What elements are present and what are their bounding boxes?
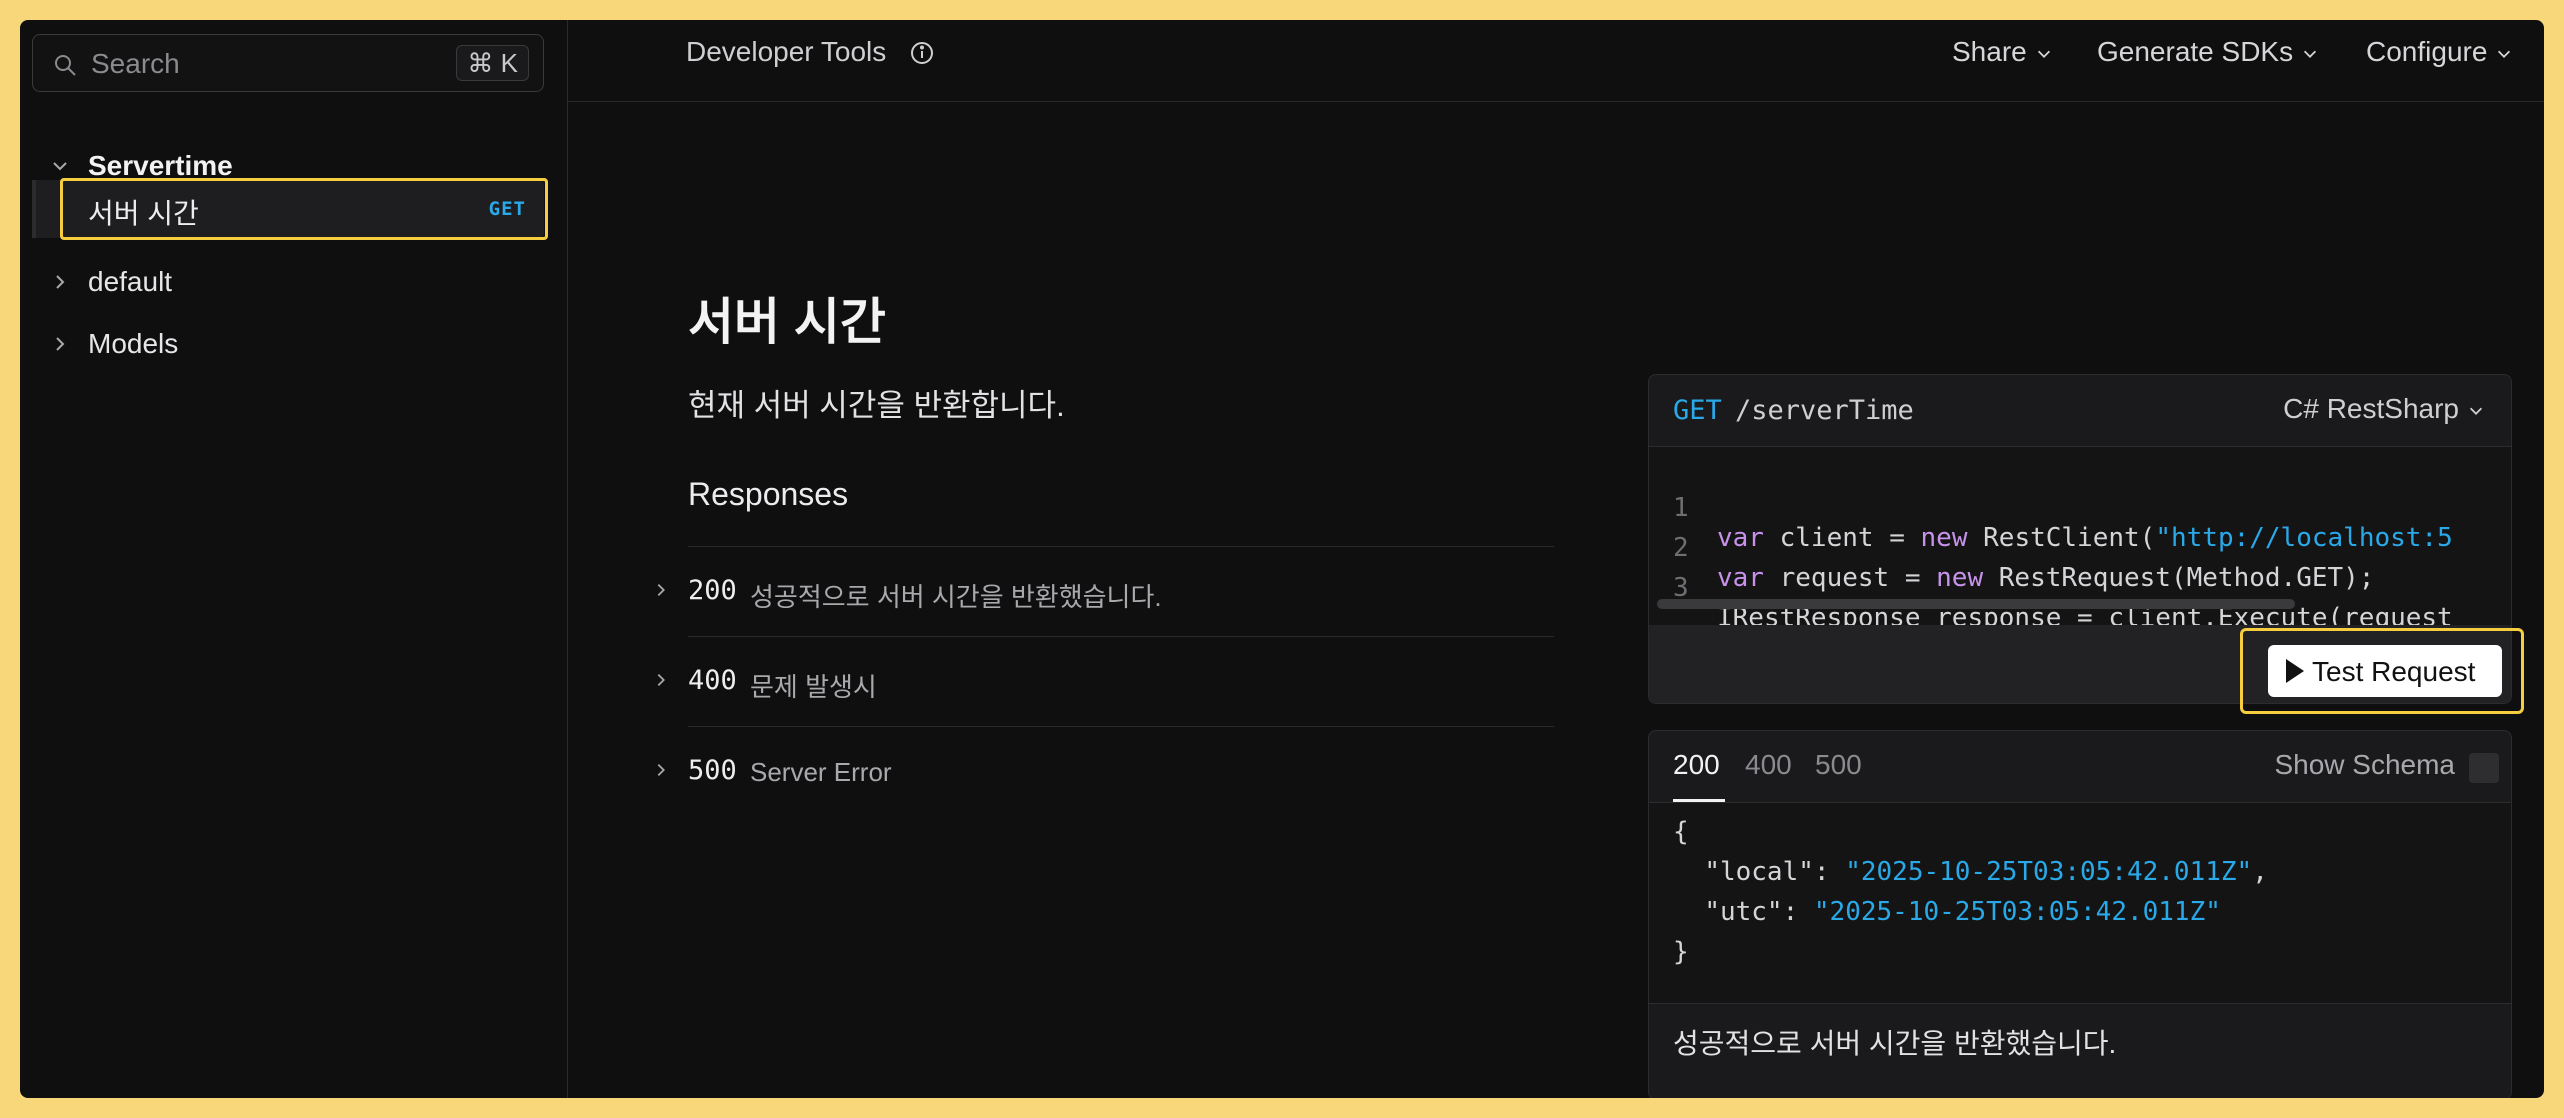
app-window: Search ⌘ K Servertime 서버 시간 GET default … xyxy=(20,20,2544,1098)
chevron-down-icon xyxy=(53,162,67,171)
code-line: 3 IRestResponse response = client.Execut… xyxy=(1649,543,2453,625)
language-select[interactable]: C# RestSharp xyxy=(2283,393,2485,425)
tab-500[interactable]: 500 xyxy=(1815,749,1862,781)
response-code: 400 xyxy=(688,665,737,696)
test-request-button[interactable]: Test Request xyxy=(2268,645,2502,697)
active-tab-indicator xyxy=(1673,799,1725,802)
response-code: 500 xyxy=(688,755,737,786)
generate-sdks-button[interactable]: Generate SDKs xyxy=(2097,36,2319,68)
top-header: Developer Tools Share Generate SDKs Conf… xyxy=(568,20,2544,102)
configure-button[interactable]: Configure xyxy=(2366,36,2513,68)
share-button[interactable]: Share xyxy=(1952,36,2053,68)
sidebar-group-models[interactable]: Models xyxy=(20,322,568,368)
response-footer: 성공적으로 서버 시간을 반환했습니다. xyxy=(1649,1003,2511,1098)
chevron-right-icon xyxy=(56,337,65,351)
chevron-down-icon xyxy=(2469,407,2483,415)
share-label: Share xyxy=(1952,36,2027,67)
chevron-down-icon xyxy=(2498,50,2511,58)
search-input[interactable]: Search xyxy=(91,48,180,80)
generate-sdks-label: Generate SDKs xyxy=(2097,36,2294,67)
method-badge: GET xyxy=(488,198,526,220)
request-path: /serverTime xyxy=(1735,395,1914,426)
page-header-title: Developer Tools xyxy=(686,36,887,67)
json-line: "local": "2025-10-25T03:05:42.011Z", xyxy=(1704,857,2268,887)
response-footer-text: 성공적으로 서버 시간을 반환했습니다. xyxy=(1673,1028,2117,1059)
chevron-right-icon xyxy=(657,583,665,597)
language-label: C# RestSharp xyxy=(2283,393,2459,424)
response-description: 문제 발생시 xyxy=(750,672,877,702)
test-request-label: Test Request xyxy=(2312,656,2476,687)
code-panel-header: GET /serverTime C# RestSharp xyxy=(1649,375,2511,447)
tab-400[interactable]: 400 xyxy=(1745,749,1792,781)
sidebar-group-label: default xyxy=(88,266,173,297)
chevron-down-icon xyxy=(2037,50,2050,58)
configure-label: Configure xyxy=(2366,36,2488,67)
code-block[interactable]: 1 var client = new RestClient("http://lo… xyxy=(1649,447,2511,625)
response-tabs: 200 400 500 Show Schema xyxy=(1649,731,2511,803)
response-example-panel: 200 400 500 Show Schema { "local": "2025… xyxy=(1648,730,2512,1098)
chevron-right-icon xyxy=(657,673,665,687)
search-box[interactable]: Search ⌘ K xyxy=(32,34,544,92)
show-schema-checkbox[interactable] xyxy=(2469,753,2499,783)
endpoint-title: 서버 시간 xyxy=(688,294,886,350)
sidebar-group-default[interactable]: default xyxy=(20,260,568,306)
response-row-500[interactable]: 500 Server Error xyxy=(657,726,1554,816)
response-row-400[interactable]: 400 문제 발생시 xyxy=(657,636,1554,726)
show-schema-label: Show Schema xyxy=(2274,749,2455,780)
response-row-200[interactable]: 200 성공적으로 서버 시간을 반환했습니다. xyxy=(657,546,1554,636)
chevron-down-icon xyxy=(2304,50,2317,58)
sidebar-item-server-time[interactable]: 서버 시간 GET xyxy=(32,178,548,240)
request-method: GET xyxy=(1673,395,1722,426)
search-icon xyxy=(55,55,76,76)
sidebar-group-label: Models xyxy=(88,328,179,359)
sidebar: Search ⌘ K Servertime 서버 시간 GET default … xyxy=(20,20,568,1098)
chevron-right-icon xyxy=(657,763,665,777)
search-shortcut: ⌘ K xyxy=(456,45,529,81)
active-indicator xyxy=(32,180,36,238)
endpoint-description: 현재 서버 시간을 반환합니다. xyxy=(688,388,1065,423)
response-description: 성공적으로 서버 시간을 반환했습니다. xyxy=(750,582,1162,612)
sidebar-item-label: 서버 시간 xyxy=(88,198,199,229)
json-line: { xyxy=(1673,817,1689,847)
info-icon[interactable] xyxy=(910,41,934,65)
code-line: 2 var request = new RestRequest(Method.G… xyxy=(1649,503,2374,593)
code-line: 1 var client = new RestClient("http://lo… xyxy=(1649,463,2453,553)
response-description: Server Error xyxy=(750,757,892,787)
json-response-block: { "local": "2025-10-25T03:05:42.011Z", "… xyxy=(1649,803,2511,1003)
json-line: } xyxy=(1673,937,1689,967)
play-icon xyxy=(2286,659,2304,683)
chevron-right-icon xyxy=(56,275,65,289)
code-text: var client = new RestClient("http://loca… xyxy=(1717,523,2453,553)
horizontal-scrollbar[interactable] xyxy=(1657,599,2295,609)
tab-200[interactable]: 200 xyxy=(1673,749,1720,781)
code-text: var request = new RestRequest(Method.GET… xyxy=(1717,563,2375,593)
response-code: 200 xyxy=(688,575,737,606)
responses-heading: Responses xyxy=(688,476,849,512)
json-line: "utc": "2025-10-25T03:05:42.011Z" xyxy=(1704,897,2221,927)
